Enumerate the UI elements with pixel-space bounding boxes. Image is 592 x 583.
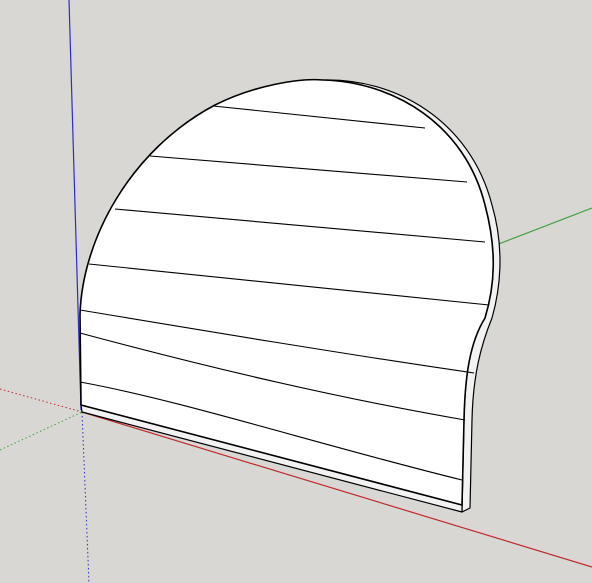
blue-axis-positive bbox=[68, 0, 82, 411]
3d-scene[interactable] bbox=[0, 0, 592, 583]
modeling-viewport[interactable] bbox=[0, 0, 592, 583]
red-axis-negative bbox=[0, 388, 83, 413]
panel-model[interactable] bbox=[79, 78, 501, 513]
blue-axis-negative bbox=[81, 411, 90, 583]
green-axis-negative bbox=[0, 411, 83, 451]
panel-front-face[interactable] bbox=[79, 78, 495, 506]
